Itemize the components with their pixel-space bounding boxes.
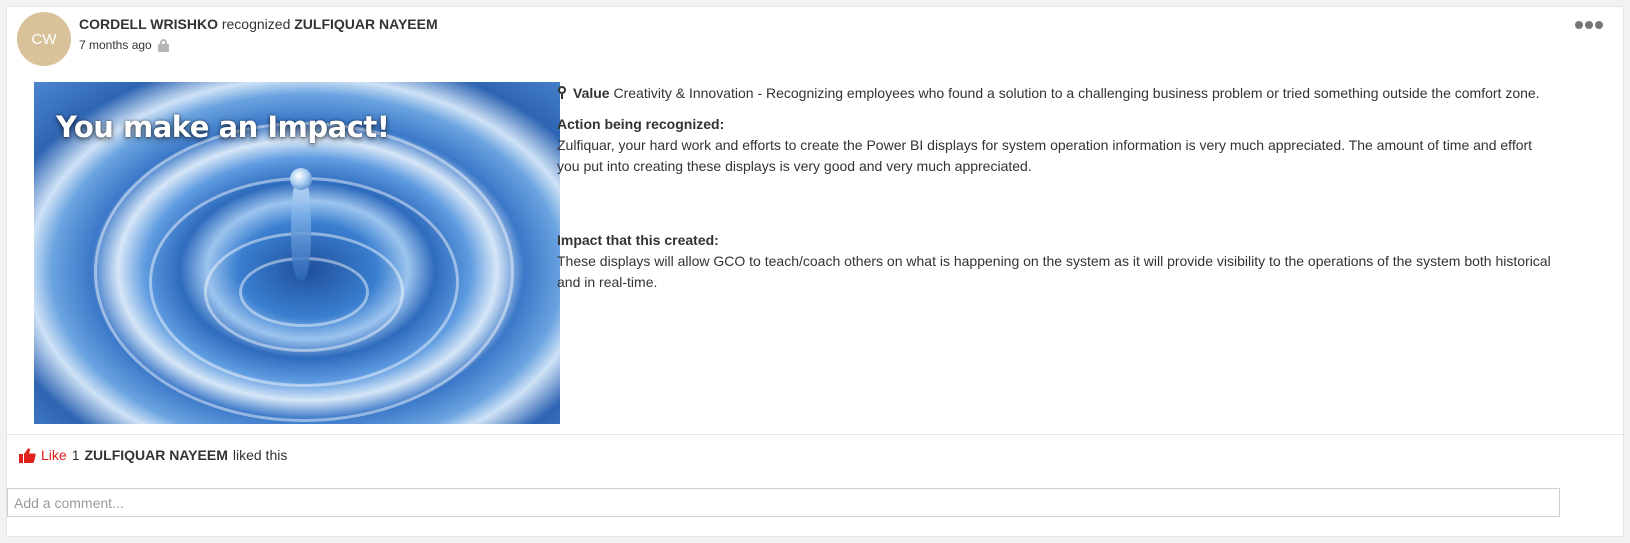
award-pin-icon [557, 86, 567, 99]
impact-text: These displays will allow GCO to teach/c… [557, 253, 1551, 290]
author-name[interactable]: CORDELL WRISHKO [79, 16, 218, 32]
like-button[interactable]: Like [19, 447, 67, 463]
comment-input[interactable] [7, 488, 1560, 517]
like-label: Like [41, 447, 67, 463]
divider [7, 434, 1623, 435]
post-meta: 7 months ago [79, 38, 169, 52]
action-text: Zulfiquar, your hard work and efforts to… [557, 137, 1533, 174]
recognition-content: Value Creativity & Innovation - Recogniz… [557, 83, 1557, 293]
like-count: 1 [71, 447, 80, 463]
timestamp: 7 months ago [79, 38, 152, 52]
liker-name[interactable]: ZULFIQUAR NAYEEM [84, 447, 227, 463]
impact-label: Impact that this created: [557, 232, 719, 248]
action-label: Action being recognized: [557, 116, 725, 132]
recognition-post-card: CW CORDELL WRISHKO recognized ZULFIQUAR … [6, 6, 1624, 537]
liked-this-text: liked this [232, 447, 288, 463]
thumbs-up-icon [19, 447, 36, 463]
like-row: Like 1 ZULFIQUAR NAYEEM liked this [19, 447, 287, 463]
recognized-verb: recognized [221, 16, 291, 32]
recipient-name[interactable]: ZULFIQUAR NAYEEM [294, 16, 437, 32]
recognition-image: You make an Impact! [34, 82, 560, 424]
more-options-icon[interactable] [1573, 19, 1605, 31]
image-caption: You make an Impact! [56, 110, 390, 144]
lock-icon [157, 38, 169, 52]
post-header: CORDELL WRISHKO recognized ZULFIQUAR NAY… [79, 16, 438, 32]
value-line: Value Creativity & Innovation - Recogniz… [557, 83, 1557, 104]
value-text: Creativity & Innovation - Recognizing em… [613, 85, 1540, 101]
value-label: Value [573, 85, 610, 101]
avatar[interactable]: CW [17, 12, 71, 66]
